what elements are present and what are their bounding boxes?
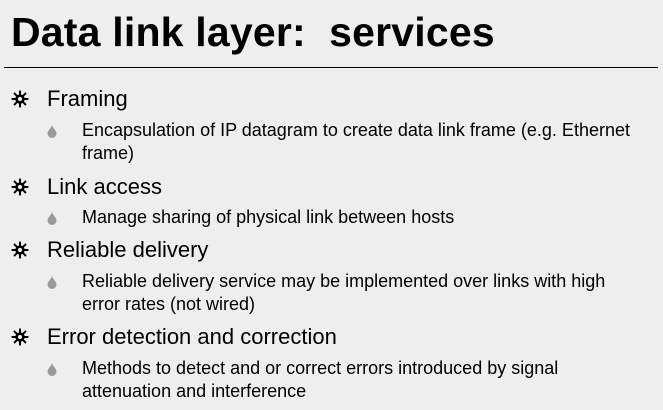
bullet-heading: Error detection and correction	[47, 324, 337, 349]
bullet-detail: Manage sharing of physical link between …	[82, 207, 455, 227]
bullet-heading: Link access	[47, 174, 162, 199]
drop-bullet-icon	[47, 362, 57, 376]
wheel-bullet-icon	[11, 241, 29, 259]
bullet-heading: Reliable delivery	[47, 237, 209, 262]
bullet-detail: Reliable delivery service may be impleme…	[82, 271, 606, 314]
wheel-bullet-icon	[11, 90, 29, 108]
slide: Data link layer: services Framing Encaps…	[0, 0, 663, 410]
drop-bullet-icon	[47, 211, 57, 225]
drop-bullet-icon	[47, 124, 57, 138]
bullet-detail: Encapsulation of IP datagram to create d…	[82, 120, 630, 163]
wheel-bullet-icon	[11, 178, 29, 196]
bullet-heading: Framing	[47, 86, 128, 111]
title-divider	[4, 67, 658, 68]
slide-title: Data link layer: services	[11, 9, 495, 55]
wheel-bullet-icon	[11, 328, 29, 346]
bullet-detail: Methods to detect and or correct errors …	[82, 358, 559, 401]
drop-bullet-icon	[47, 275, 57, 289]
